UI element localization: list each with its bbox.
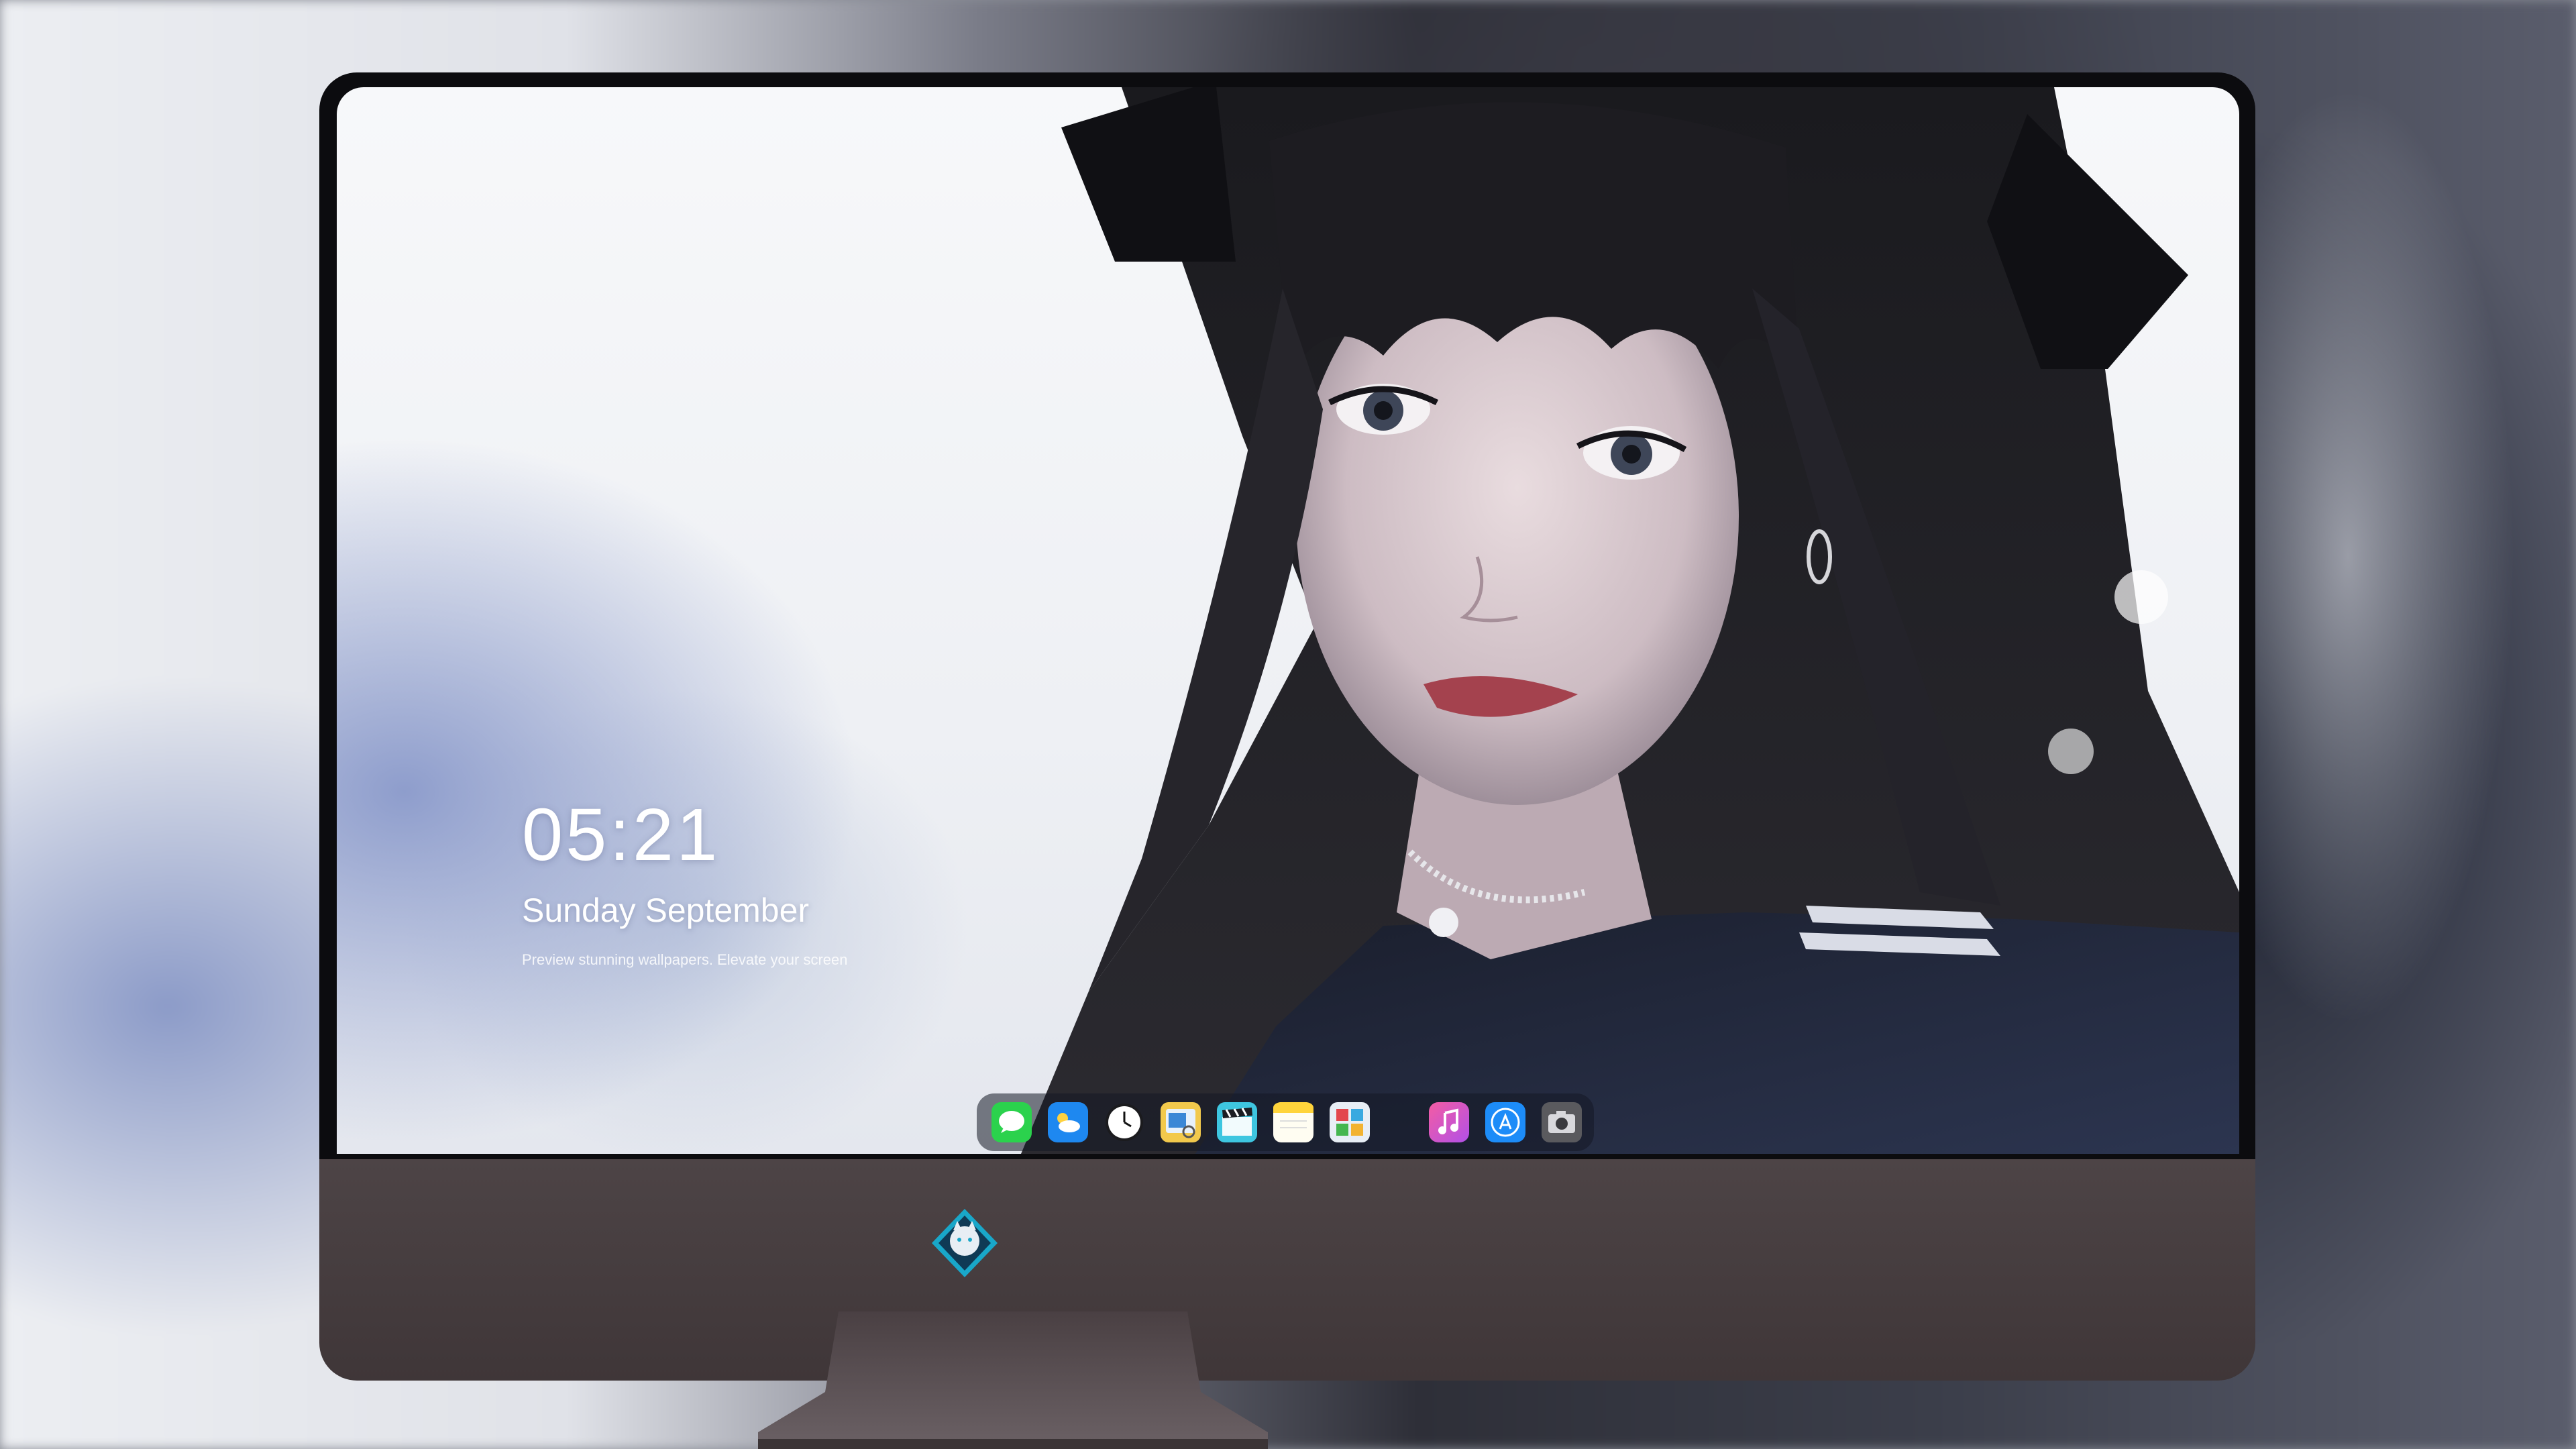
lockscreen-clock: 05:21 Sunday September Preview stunning …	[522, 798, 847, 969]
clock-date: Sunday September	[522, 892, 810, 929]
clock-caption: Preview stunning wallpapers. Elevate you…	[522, 951, 848, 968]
clock-icon[interactable]	[1104, 1102, 1144, 1142]
lock-screen: 05:21 Sunday September Preview stunning …	[337, 87, 2239, 1154]
weather-icon[interactable]	[1048, 1102, 1088, 1142]
preview-icon[interactable]	[1161, 1102, 1201, 1142]
messages-icon[interactable]	[991, 1102, 1032, 1142]
wallpaper-portrait	[1021, 87, 2239, 1154]
photobooth-icon[interactable]	[1330, 1102, 1370, 1142]
dock	[977, 1093, 1594, 1151]
clock-time: 05:21	[522, 794, 720, 876]
monitor-stand	[758, 1311, 1268, 1449]
mascot-logo-icon	[932, 1209, 998, 1277]
music-icon[interactable]	[1429, 1102, 1469, 1142]
camera-icon[interactable]	[1542, 1102, 1582, 1142]
notes-icon[interactable]	[1273, 1102, 1313, 1142]
imac-monitor: 05:21 Sunday September Preview stunning …	[319, 72, 2255, 1381]
monitor-chin	[319, 1159, 2255, 1381]
clapperboard-icon[interactable]	[1217, 1102, 1257, 1142]
appstore-icon[interactable]	[1485, 1102, 1525, 1142]
